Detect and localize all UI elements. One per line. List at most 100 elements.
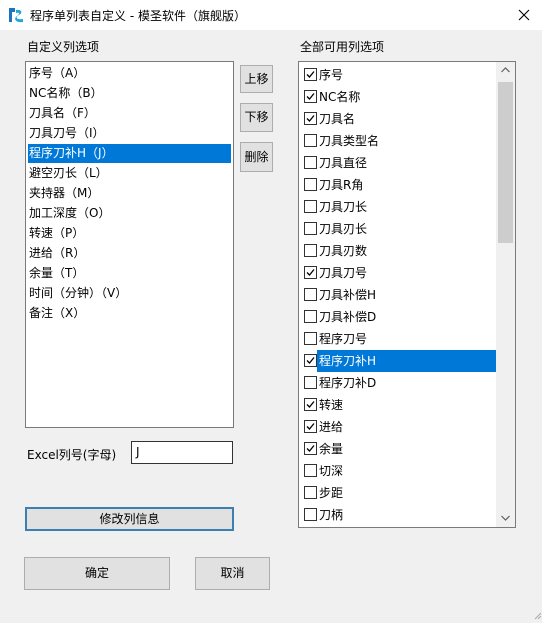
checkmark-icon xyxy=(306,269,315,276)
column-option-label: 刀具刃数 xyxy=(319,244,368,258)
move-down-button[interactable]: 下移 xyxy=(240,103,273,132)
all-list-item[interactable]: 刀具刀号 xyxy=(301,262,498,284)
column-option-label: 余量 xyxy=(319,442,344,456)
all-list-item[interactable]: 程序刀补D xyxy=(301,372,498,394)
all-list-item[interactable]: 刀具直径 xyxy=(301,152,498,174)
custom-columns-list[interactable]: 序号（A） NC名称（B） 刀具名（F） 刀具刀号（I） 程序刀补H（J） 避空刃长（L）… xyxy=(25,61,234,428)
column-checkbox[interactable] xyxy=(304,178,317,191)
all-list-item[interactable]: NC名称 xyxy=(301,86,498,108)
checkmark-icon xyxy=(306,423,315,430)
all-list-item[interactable]: 刀具类型名 xyxy=(301,130,498,152)
excel-column-input[interactable]: J xyxy=(131,441,233,464)
all-list-item[interactable]: 程序刀号 xyxy=(301,328,498,350)
checkmark-icon xyxy=(306,115,315,122)
custom-list-item[interactable]: 加工深度（O） xyxy=(28,204,231,223)
column-option-label: 刀具刀长 xyxy=(319,200,368,214)
ok-button[interactable]: 确定 xyxy=(24,557,170,590)
column-option-label: 进给 xyxy=(319,420,344,434)
custom-list-item[interactable]: 避空刃长（L） xyxy=(28,164,231,183)
excel-column-label: Excel列号(字母) xyxy=(27,448,117,462)
column-option-label: 刀具补偿D xyxy=(319,310,377,324)
close-button[interactable] xyxy=(507,0,542,30)
scroll-up-button[interactable] xyxy=(496,62,515,79)
column-option-label: 刀具补偿H xyxy=(319,288,377,302)
all-columns-list[interactable]: 刀柄 步距 切深 余量 进给 转速 程序刀补D 程序刀补H 程序刀号 刀具补偿D 刀具补偿H 刀具刀号… xyxy=(298,61,516,528)
column-option-label: 刀具直径 xyxy=(319,156,368,170)
all-list-item[interactable]: 转速 xyxy=(301,394,498,416)
checkmark-icon xyxy=(306,71,315,78)
all-list-item[interactable]: 刀具名 xyxy=(301,108,498,130)
column-checkbox[interactable] xyxy=(304,266,317,279)
all-list-label: 全部可用列选项 xyxy=(300,40,385,54)
column-option-label: 刀具刀号 xyxy=(319,266,368,280)
custom-list-item[interactable]: NC名称（B） xyxy=(28,84,231,103)
column-checkbox[interactable] xyxy=(304,420,317,433)
column-checkbox[interactable] xyxy=(304,310,317,323)
chevron-down-icon xyxy=(501,515,510,521)
custom-list-item[interactable]: 转速（P） xyxy=(28,224,231,243)
all-list-item[interactable]: 序号 xyxy=(301,64,498,86)
column-checkbox[interactable] xyxy=(304,376,317,389)
all-list-item[interactable]: 刀具补偿H xyxy=(301,284,498,306)
all-list-item[interactable]: 进给 xyxy=(301,416,498,438)
all-list-item[interactable]: 刀具刃长 xyxy=(301,218,498,240)
column-option-label: 序号 xyxy=(319,68,344,82)
checkmark-icon xyxy=(306,445,315,452)
column-checkbox[interactable] xyxy=(304,354,317,367)
custom-list-item[interactable]: 进给（R） xyxy=(28,244,231,263)
custom-list-item[interactable]: 刀具名（F） xyxy=(28,104,231,123)
window-title: 程序单列表自定义 - 模圣软件（旗舰版） xyxy=(30,9,246,23)
cancel-button[interactable]: 取消 xyxy=(195,557,270,590)
delete-button[interactable]: 删除 xyxy=(240,142,273,172)
custom-list-item[interactable]: 时间（分钟）（V） xyxy=(28,284,231,303)
custom-list-label: 自定义列选项 xyxy=(27,40,100,54)
column-option-label: 刀具刃长 xyxy=(319,222,368,236)
scroll-down-button[interactable] xyxy=(496,510,515,527)
column-checkbox[interactable] xyxy=(304,134,317,147)
all-list-item[interactable]: 刀具刃数 xyxy=(301,240,498,262)
modify-column-button[interactable]: 修改列信息 xyxy=(25,507,234,531)
all-list-item[interactable]: 刀具R角 xyxy=(301,174,498,196)
custom-list-item[interactable]: 余量（T） xyxy=(28,264,231,283)
vertical-scrollbar[interactable] xyxy=(496,62,515,527)
move-up-button[interactable]: 上移 xyxy=(240,65,273,93)
column-checkbox[interactable] xyxy=(304,288,317,301)
all-list-item[interactable]: 刀柄 xyxy=(301,504,498,526)
column-checkbox[interactable] xyxy=(304,442,317,455)
column-checkbox[interactable] xyxy=(304,508,317,521)
scroll-thumb[interactable] xyxy=(498,82,513,243)
all-list-item[interactable]: 程序刀补H xyxy=(301,350,498,372)
custom-list-item[interactable]: 备注（X） xyxy=(28,304,231,323)
column-checkbox[interactable] xyxy=(304,222,317,235)
column-option-label: 转速 xyxy=(319,398,344,412)
close-icon xyxy=(518,9,530,21)
title-bar[interactable]: 程序单列表自定义 - 模圣软件（旗舰版） xyxy=(0,0,542,30)
resize-grip-icon[interactable] xyxy=(532,609,542,620)
column-checkbox[interactable] xyxy=(304,398,317,411)
column-option-label: 刀具名 xyxy=(319,112,356,126)
column-option-label: 程序刀号 xyxy=(319,332,368,346)
custom-list-item[interactable]: 夹持器（M） xyxy=(28,184,231,203)
checkmark-icon xyxy=(306,93,315,100)
custom-list-item[interactable]: 序号（A） xyxy=(28,64,231,83)
column-option-label: 步距 xyxy=(319,486,344,500)
all-list-item[interactable]: 切深 xyxy=(301,460,498,482)
column-checkbox[interactable] xyxy=(304,464,317,477)
column-checkbox[interactable] xyxy=(304,200,317,213)
column-checkbox[interactable] xyxy=(304,68,317,81)
column-option-label: 刀具类型名 xyxy=(319,134,380,148)
all-list-item[interactable]: 刀具刀长 xyxy=(301,196,498,218)
column-option-label: 刀具R角 xyxy=(319,178,364,192)
all-list-item[interactable]: 刀具补偿D xyxy=(301,306,498,328)
all-list-item[interactable]: 余量 xyxy=(301,438,498,460)
column-option-label: 程序刀补D xyxy=(319,376,377,390)
column-checkbox[interactable] xyxy=(304,90,317,103)
column-checkbox[interactable] xyxy=(304,112,317,125)
custom-list-item[interactable]: 程序刀补H（J） xyxy=(28,144,231,163)
column-checkbox[interactable] xyxy=(304,486,317,499)
column-checkbox[interactable] xyxy=(304,156,317,169)
column-checkbox[interactable] xyxy=(304,244,317,257)
all-list-item[interactable]: 步距 xyxy=(301,482,498,504)
column-checkbox[interactable] xyxy=(304,332,317,345)
custom-list-item[interactable]: 刀具刀号（I） xyxy=(28,124,231,143)
